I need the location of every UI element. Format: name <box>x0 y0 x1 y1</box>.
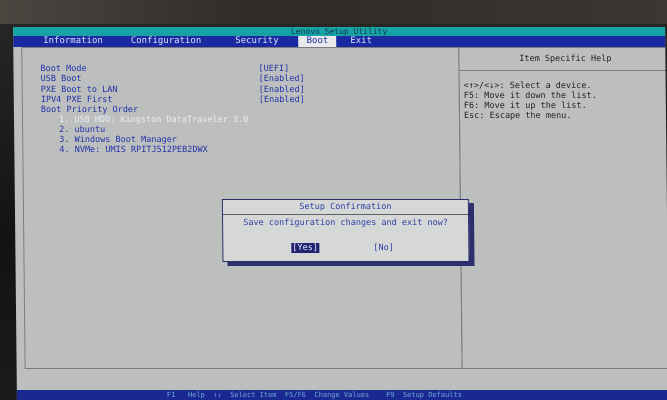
setting-pxe-boot-label[interactable]: PXE Boot to LAN <box>41 85 118 95</box>
help-title: Item Specific Help <box>519 54 612 64</box>
setting-boot-mode-label[interactable]: Boot Mode <box>40 64 86 74</box>
setting-usb-boot-label[interactable]: USB Boot <box>41 74 82 84</box>
setting-ipv4-pxe-value[interactable]: [Enabled] <box>259 95 305 105</box>
help-line: F5: Move it down the list. <box>463 91 597 101</box>
yes-button[interactable]: [Yes] <box>291 243 320 253</box>
key-help-bar: F1 Help ↑↓ Select Item F5/F6 Change Valu… <box>16 390 667 400</box>
tab-information[interactable]: Information <box>13 36 111 47</box>
boot-device-item[interactable]: 2. ubuntu <box>59 125 105 135</box>
help-line: F6: Move it up the list. <box>463 101 587 111</box>
app-title: Lenovo Setup Utility <box>13 27 666 36</box>
tab-exit[interactable]: Exit <box>336 36 380 47</box>
setting-usb-boot-value[interactable]: [Enabled] <box>259 74 305 84</box>
tab-boot[interactable]: Boot <box>298 36 337 47</box>
boot-priority-heading: Boot Priority Order <box>40 105 139 115</box>
boot-device-item[interactable]: 3. Windows Boot Manager <box>59 135 177 145</box>
setting-ipv4-pxe-label[interactable]: IPV4 PXE First <box>41 95 113 105</box>
laptop-lid-edge <box>0 0 667 24</box>
no-button[interactable]: [No] <box>373 243 394 253</box>
setup-confirmation-dialog: Setup Confirmation Save configuration ch… <box>221 199 470 262</box>
bios-screen: Lenovo Setup Utility Information Configu… <box>13 27 667 400</box>
setting-pxe-boot-value[interactable]: [Enabled] <box>259 85 305 95</box>
help-line: Esc: Escape the menu. <box>463 111 572 121</box>
dialog-title: Setup Confirmation <box>222 200 469 215</box>
setting-boot-mode-value[interactable]: [UEFI] <box>258 64 289 74</box>
boot-device-item[interactable]: 4. NVMe: UMIS RPITJ512PEB2DWX <box>59 145 208 155</box>
help-divider <box>459 70 667 71</box>
menu-bar: Information Configuration Security Boot … <box>13 36 666 47</box>
tab-security[interactable]: Security <box>209 36 286 47</box>
tab-configuration[interactable]: Configuration <box>111 36 210 47</box>
help-line: <↑>/<↓>: Select a device. <box>463 81 592 91</box>
help-panel: Item Specific Help <↑>/<↓>: Select a dev… <box>458 47 667 369</box>
boot-device-item[interactable]: 1. USB HDD: Kingston DataTraveler 3.0 <box>59 115 248 125</box>
dialog-message: Save configuration changes and exit now? <box>243 218 448 228</box>
